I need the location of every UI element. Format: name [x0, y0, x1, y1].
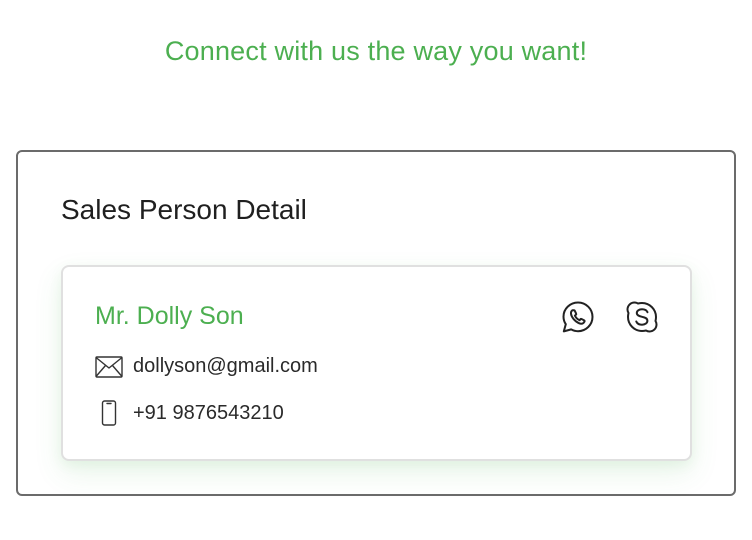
email-row: dollyson@gmail.com — [95, 355, 318, 378]
mobile-phone-icon — [95, 400, 123, 426]
skype-icon — [626, 301, 658, 333]
whatsapp-button[interactable] — [560, 299, 596, 335]
page: Connect with us the way you want! Sales … — [0, 0, 752, 540]
person-name: Mr. Dolly Son — [95, 302, 244, 330]
skype-button[interactable] — [624, 299, 660, 335]
section-title: Sales Person Detail — [61, 194, 307, 225]
phone-row: +91 9876543210 — [95, 400, 284, 426]
whatsapp-icon — [562, 301, 594, 333]
sales-person-card: Mr. Dolly Son dollyson@gmail.com +91 987… — [61, 265, 692, 461]
social-links — [560, 299, 660, 335]
sales-person-section: Sales Person Detail Mr. Dolly Son dollys… — [16, 150, 736, 496]
page-headline: Connect with us the way you want! — [164, 36, 588, 66]
phone-text[interactable]: +91 9876543210 — [133, 402, 284, 425]
envelope-icon — [95, 355, 123, 378]
email-text[interactable]: dollyson@gmail.com — [133, 355, 318, 378]
